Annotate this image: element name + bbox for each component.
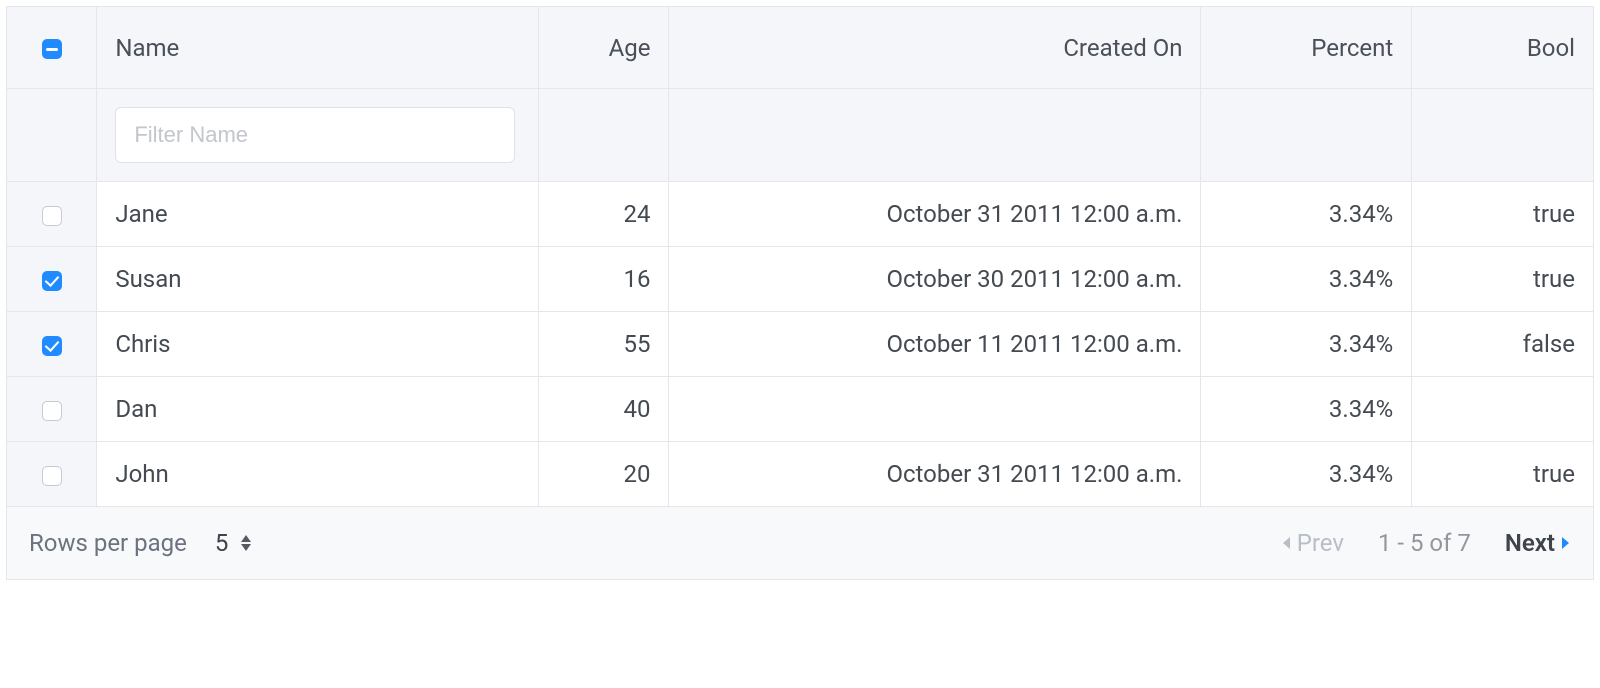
row-checkbox[interactable] bbox=[42, 271, 62, 291]
cell-bool: false bbox=[1412, 312, 1593, 377]
row-checkbox[interactable] bbox=[42, 206, 62, 226]
prev-button: Prev bbox=[1281, 529, 1344, 557]
rows-per-page-select[interactable]: 5 bbox=[215, 529, 253, 557]
column-header-age[interactable]: Age bbox=[539, 7, 669, 89]
column-header-created[interactable]: Created On bbox=[669, 7, 1201, 89]
rows-per-page-label: Rows per page bbox=[29, 529, 187, 557]
cell-age: 40 bbox=[539, 377, 669, 442]
cell-name: Susan bbox=[97, 247, 539, 312]
row-checkbox[interactable] bbox=[42, 336, 62, 356]
prev-label: Prev bbox=[1297, 529, 1344, 557]
cell-bool bbox=[1412, 377, 1593, 442]
column-header-bool[interactable]: Bool bbox=[1412, 7, 1593, 89]
cell-name: Jane bbox=[97, 182, 539, 247]
cell-name: Dan bbox=[97, 377, 539, 442]
page-range: 1 - 5 of 7 bbox=[1378, 529, 1471, 557]
cell-bool: true bbox=[1412, 442, 1593, 507]
cell-created: October 11 2011 12:00 a.m. bbox=[669, 312, 1201, 377]
row-checkbox[interactable] bbox=[42, 466, 62, 486]
cell-name: John bbox=[97, 442, 539, 507]
table-row: Chris55October 11 2011 12:00 a.m.3.34%fa… bbox=[7, 312, 1593, 377]
cell-name: Chris bbox=[97, 312, 539, 377]
row-checkbox[interactable] bbox=[42, 401, 62, 421]
stepper-icon bbox=[240, 535, 252, 551]
filter-name-input[interactable] bbox=[115, 107, 515, 163]
cell-age: 20 bbox=[539, 442, 669, 507]
next-label: Next bbox=[1505, 529, 1555, 557]
cell-percent: 3.34% bbox=[1201, 312, 1412, 377]
cell-created: October 30 2011 12:00 a.m. bbox=[669, 247, 1201, 312]
cell-bool: true bbox=[1412, 247, 1593, 312]
table-row: Dan40 3.34% bbox=[7, 377, 1593, 442]
chevron-left-icon bbox=[1281, 536, 1291, 550]
cell-percent: 3.34% bbox=[1201, 182, 1412, 247]
cell-percent: 3.34% bbox=[1201, 247, 1412, 312]
rows-per-page: Rows per page 5 bbox=[29, 529, 252, 557]
table-header-row: Name Age Created On Percent Bool bbox=[7, 7, 1593, 89]
cell-created: October 31 2011 12:00 a.m. bbox=[669, 442, 1201, 507]
column-header-name[interactable]: Name bbox=[97, 7, 539, 89]
next-button[interactable]: Next bbox=[1505, 529, 1571, 557]
rows-per-page-value: 5 bbox=[215, 529, 229, 557]
chevron-right-icon bbox=[1561, 536, 1571, 550]
table-row: John20October 31 2011 12:00 a.m.3.34%tru… bbox=[7, 442, 1593, 507]
data-table: Name Age Created On Percent Bool Jane24O… bbox=[6, 6, 1594, 580]
pager: Prev 1 - 5 of 7 Next bbox=[1281, 529, 1571, 557]
cell-age: 16 bbox=[539, 247, 669, 312]
cell-percent: 3.34% bbox=[1201, 377, 1412, 442]
cell-bool: true bbox=[1412, 182, 1593, 247]
cell-age: 55 bbox=[539, 312, 669, 377]
cell-created bbox=[669, 377, 1201, 442]
select-all-checkbox[interactable] bbox=[42, 39, 62, 59]
table-row: Jane24October 31 2011 12:00 a.m.3.34%tru… bbox=[7, 182, 1593, 247]
cell-percent: 3.34% bbox=[1201, 442, 1412, 507]
table-row: Susan16October 30 2011 12:00 a.m.3.34%tr… bbox=[7, 247, 1593, 312]
cell-age: 24 bbox=[539, 182, 669, 247]
cell-created: October 31 2011 12:00 a.m. bbox=[669, 182, 1201, 247]
table-filter-row bbox=[7, 89, 1593, 182]
column-header-percent[interactable]: Percent bbox=[1201, 7, 1412, 89]
